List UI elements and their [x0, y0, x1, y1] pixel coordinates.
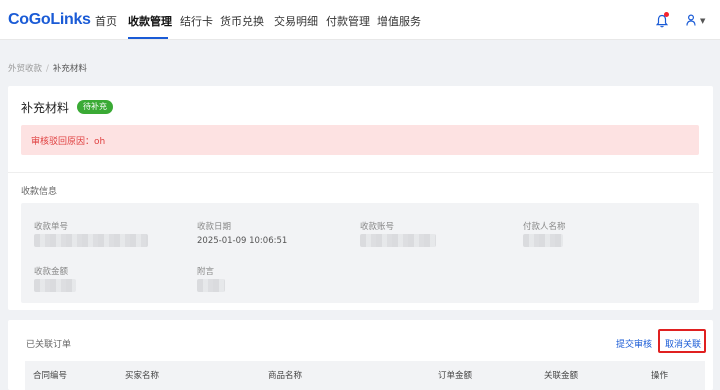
cancel-link-button[interactable]: 取消关联 — [665, 337, 701, 350]
column-header-actions: 操作 — [651, 371, 669, 381]
column-header-buyer-name: 买家名称 — [125, 371, 160, 381]
top-nav-bar: CoGoLinks 首页 收款管理 结行卡 货币兑换 交易明细 付款管理 增值服… — [0, 0, 720, 40]
column-header-contract-number: 合同编号 — [33, 371, 68, 381]
supplement-materials-card: 补充材料 待补充 审核驳回原因：oh 收款信息 收款单号 收款日期 2025-0… — [8, 86, 713, 310]
field-label-receipt-number: 收款单号 — [34, 222, 69, 232]
payment-info-panel: 收款单号 收款日期 2025-01-09 10:06:51 收款账号 付款人名称… — [21, 203, 699, 303]
chevron-down-icon[interactable]: ▼ — [700, 17, 705, 25]
brand-logo[interactable]: CoGoLinks — [8, 11, 91, 29]
redacted-amount — [34, 279, 76, 292]
rejection-reason-text: 审核驳回原因：oh — [31, 137, 106, 147]
breadcrumb: 外贸收款 / 补充材料 — [8, 62, 87, 74]
status-badge: 待补充 — [77, 100, 113, 114]
redacted-payer-name — [523, 234, 563, 247]
nav-item-payment-management[interactable]: 付款管理 — [326, 13, 370, 29]
nav-item-receipt-management[interactable]: 收款管理 — [128, 13, 172, 29]
orders-table-header: 合同编号 买家名称 商品名称 订单金额 关联金额 操作 — [25, 361, 705, 390]
field-value-receipt-date: 2025-01-09 10:06:51 — [197, 236, 288, 246]
column-header-order-amount: 订单金额 — [438, 371, 473, 381]
page-title: 补充材料 — [21, 101, 70, 115]
breadcrumb-separator: / — [46, 64, 49, 74]
section-title-payment-info: 收款信息 — [21, 187, 58, 197]
nav-item-card[interactable]: 结行卡 — [180, 13, 213, 29]
divider — [8, 172, 713, 173]
field-label-amount: 收款金额 — [34, 267, 69, 277]
nav-item-value-added-services[interactable]: 增值服务 — [377, 13, 421, 29]
field-label-account-number: 收款账号 — [360, 222, 395, 232]
linked-orders-title: 已关联订单 — [26, 340, 72, 350]
nav-item-home[interactable]: 首页 — [95, 13, 117, 29]
rejection-alert: 审核驳回原因：oh — [21, 125, 699, 155]
nav-item-transactions[interactable]: 交易明细 — [274, 13, 318, 29]
breadcrumb-parent[interactable]: 外贸收款 — [8, 64, 42, 74]
notification-dot — [664, 12, 669, 17]
linked-orders-card: 已关联订单 提交审核 取消关联 合同编号 买家名称 商品名称 订单金额 关联金额… — [8, 320, 713, 390]
submit-review-button[interactable]: 提交审核 — [616, 337, 652, 350]
field-label-remark: 附言 — [197, 267, 215, 277]
active-tab-indicator — [128, 37, 168, 39]
redacted-account-number — [360, 234, 436, 247]
breadcrumb-current: 补充材料 — [52, 64, 87, 74]
user-icon[interactable] — [686, 14, 696, 26]
redacted-receipt-number — [34, 234, 148, 247]
nav-item-currency-exchange[interactable]: 货币兑换 — [220, 13, 264, 29]
redacted-remark — [197, 279, 225, 292]
field-label-payer-name: 付款人名称 — [523, 222, 566, 232]
column-header-product-name: 商品名称 — [268, 371, 303, 381]
field-label-receipt-date: 收款日期 — [197, 222, 232, 232]
column-header-linked-amount: 关联金额 — [544, 371, 579, 381]
